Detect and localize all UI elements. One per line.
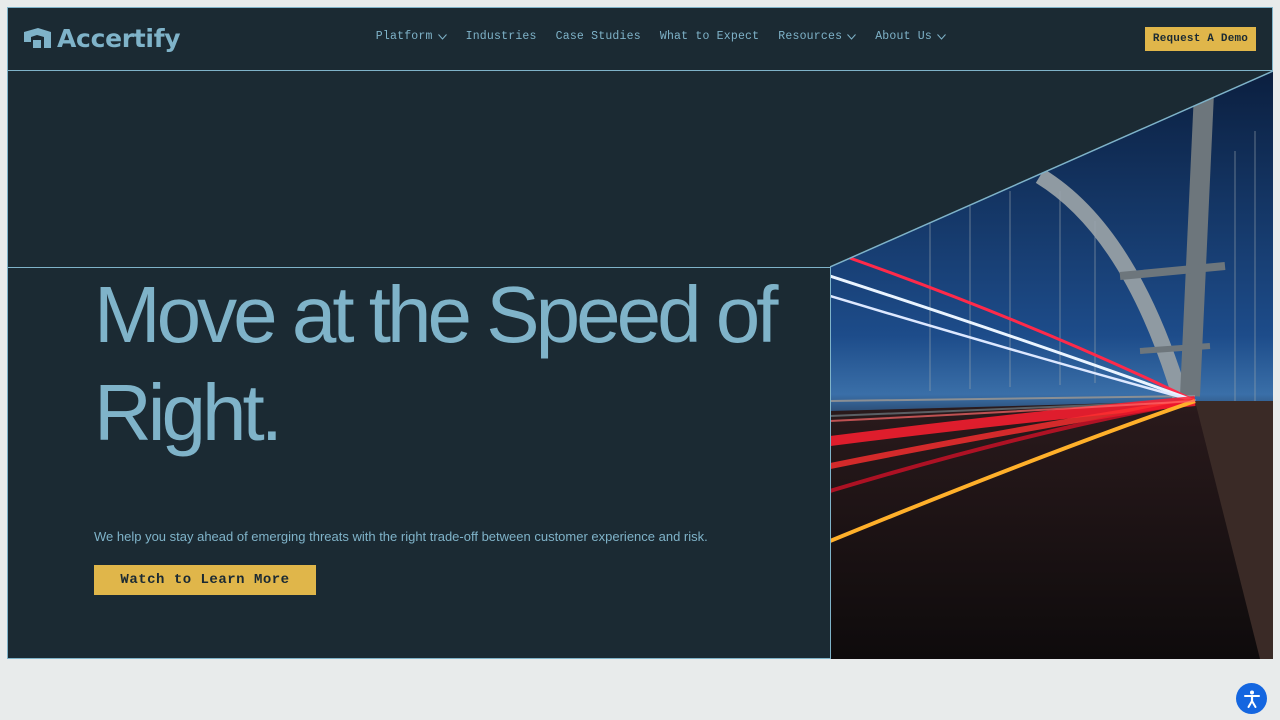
hero-subtext: We help you stay ahead of emerging threa… bbox=[94, 529, 708, 544]
chevron-down-icon bbox=[437, 33, 447, 40]
nav-item-label: What to Expect bbox=[659, 30, 760, 43]
accessibility-icon bbox=[1243, 690, 1260, 708]
brand-logo-link[interactable]: Accertify bbox=[24, 23, 181, 53]
nav-item-label: Industries bbox=[465, 30, 537, 43]
brand-name: Accertify bbox=[57, 23, 181, 53]
hero-frame: Accertify Platform Industries Case Studi… bbox=[7, 7, 1273, 659]
watch-learn-more-button[interactable]: Watch to Learn More bbox=[94, 565, 316, 595]
chevron-down-icon bbox=[847, 33, 857, 40]
nav-item-about-us[interactable]: About Us bbox=[875, 30, 946, 43]
bridge-light-trails-image bbox=[830, 71, 1273, 659]
main-menu: Platform Industries Case Studies What to… bbox=[376, 30, 946, 43]
top-navigation: Accertify Platform Industries Case Studi… bbox=[8, 8, 1272, 71]
nav-item-resources[interactable]: Resources bbox=[778, 30, 857, 43]
hero-headline: Move at the Speed of Right. bbox=[94, 266, 794, 462]
request-demo-button[interactable]: Request A Demo bbox=[1145, 27, 1256, 51]
headline-line-1: Move at the Speed of bbox=[94, 270, 779, 359]
nav-item-label: About Us bbox=[875, 30, 932, 43]
nav-item-label: Case Studies bbox=[555, 30, 641, 43]
accertify-logo-icon bbox=[24, 28, 51, 48]
nav-item-case-studies[interactable]: Case Studies bbox=[556, 30, 641, 43]
nav-item-industries[interactable]: Industries bbox=[466, 30, 537, 43]
nav-item-label: Resources bbox=[778, 30, 843, 43]
nav-item-what-to-expect[interactable]: What to Expect bbox=[660, 30, 759, 43]
headline-line-2: Right. bbox=[94, 368, 283, 457]
nav-item-label: Platform bbox=[375, 30, 433, 43]
accessibility-button[interactable] bbox=[1236, 683, 1267, 714]
nav-item-platform[interactable]: Platform bbox=[376, 30, 447, 43]
chevron-down-icon bbox=[937, 33, 946, 40]
